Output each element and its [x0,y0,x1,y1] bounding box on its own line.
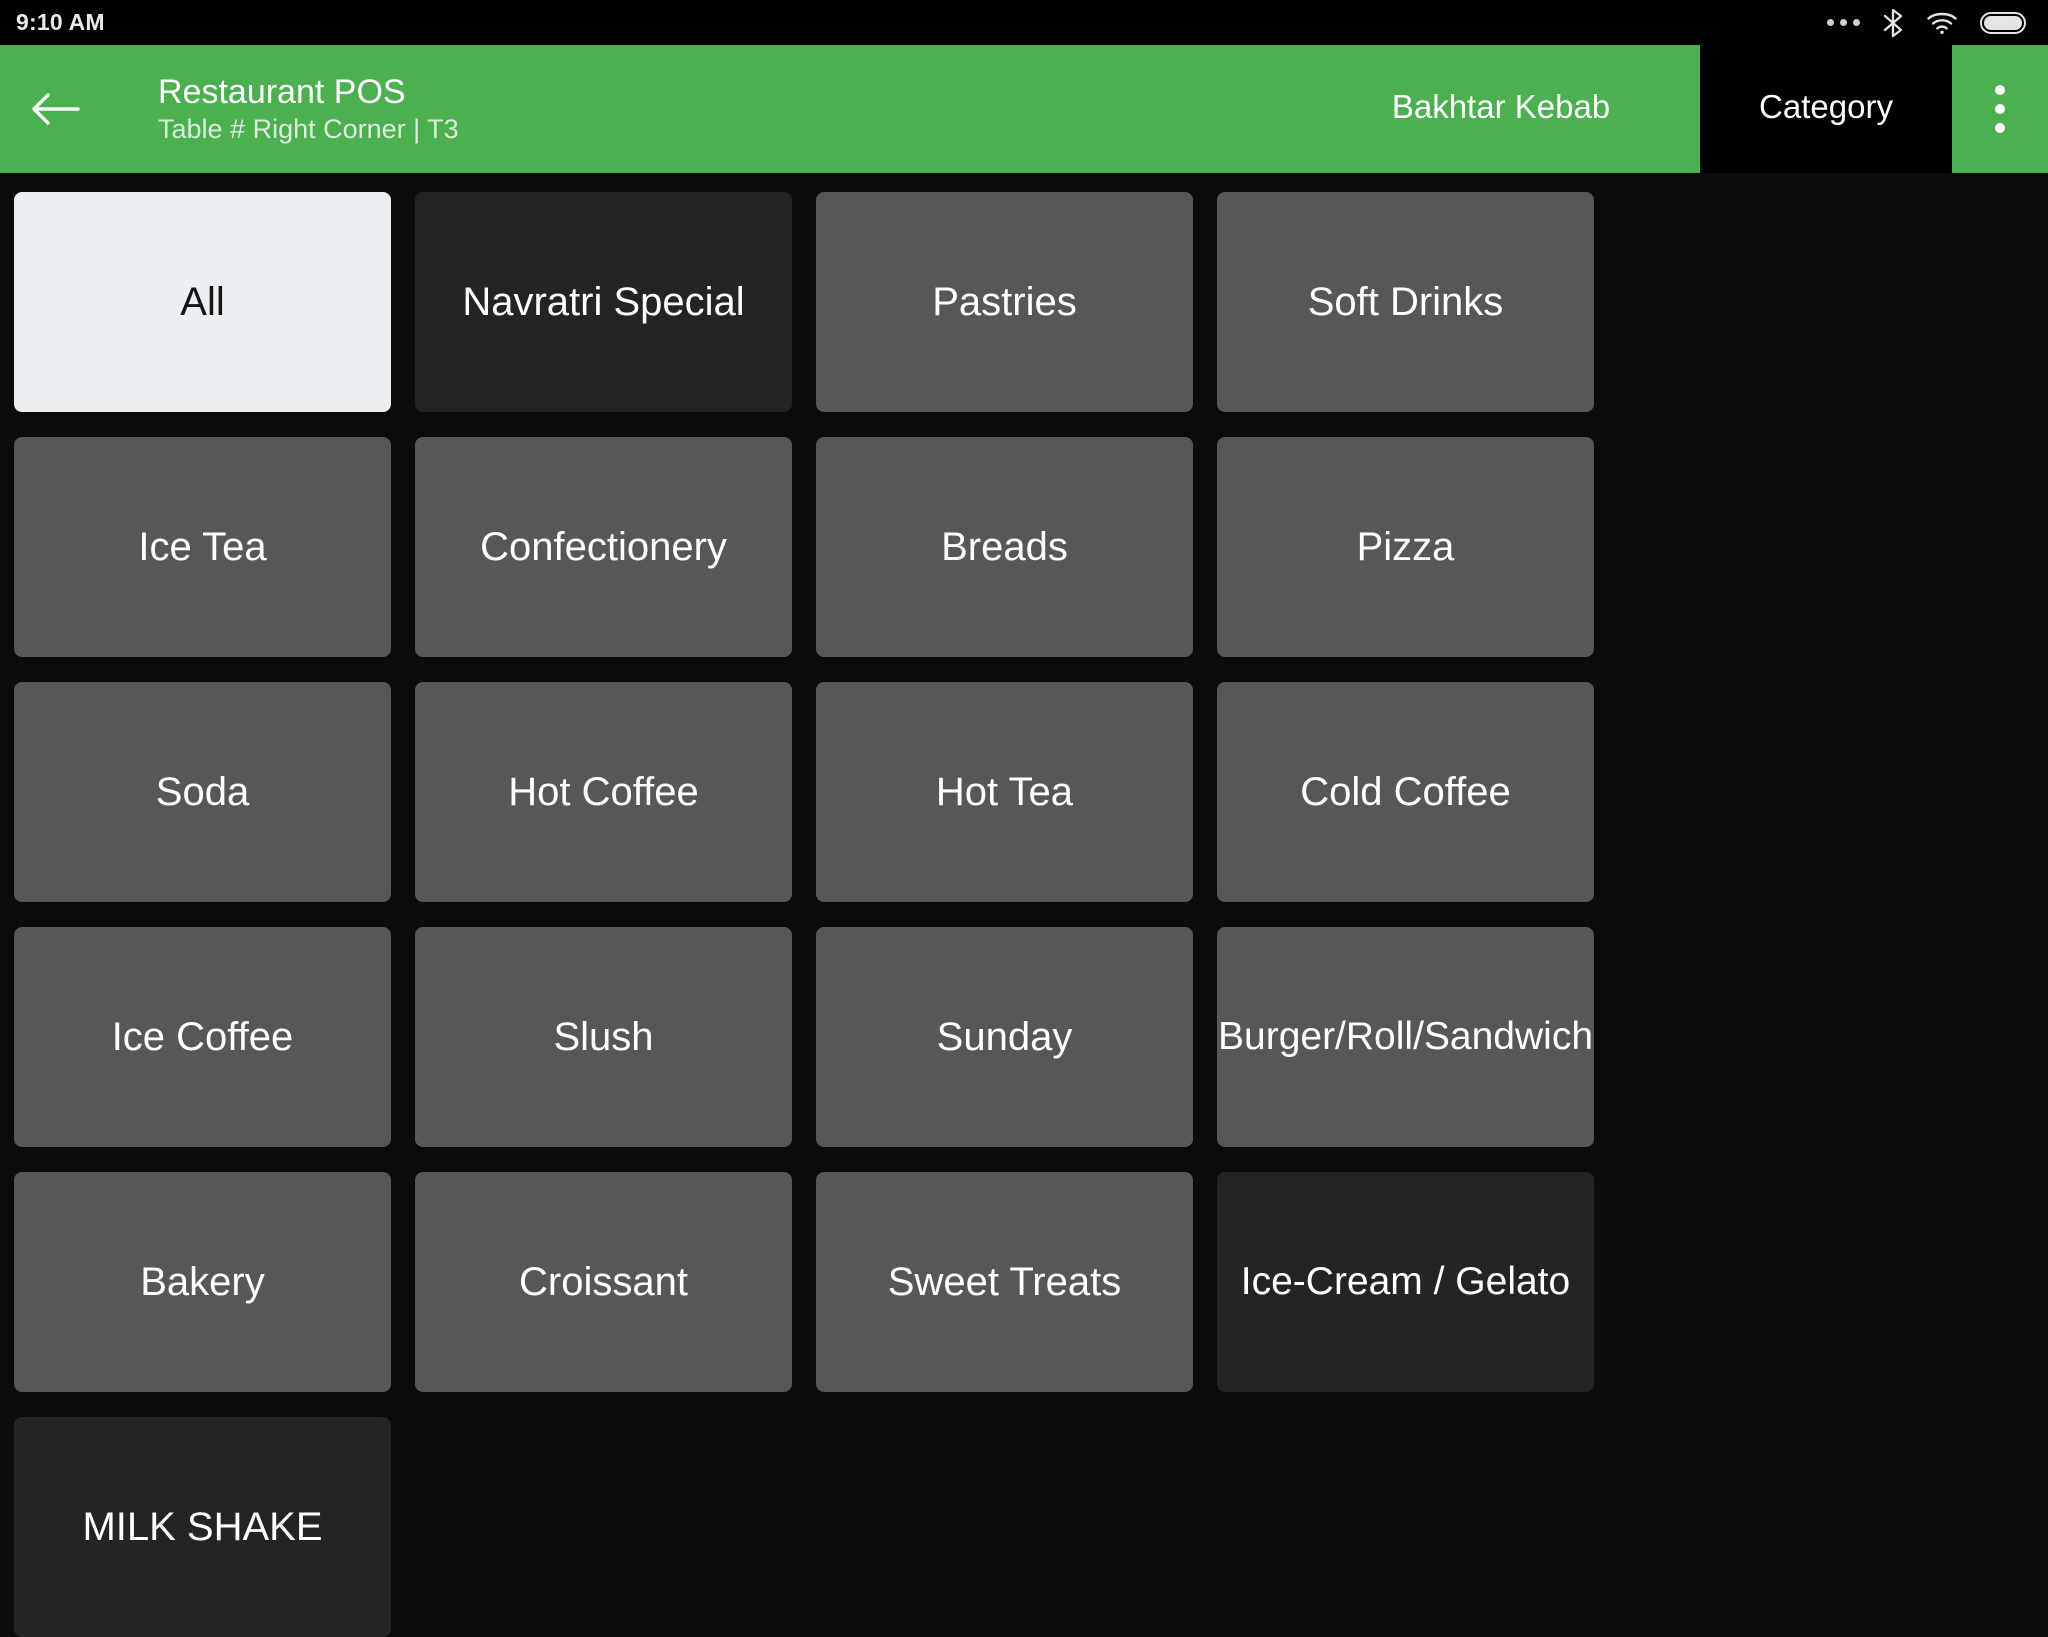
category-tile[interactable]: Soda [14,682,391,902]
category-tile-label: MILK SHAKE [82,1504,323,1549]
category-tile-label: Ice Coffee [111,1014,294,1059]
category-tile[interactable]: Confectionery [415,437,792,657]
category-tile-label: Bakery [140,1259,265,1304]
category-tile[interactable]: Bakery [14,1172,391,1392]
category-tile[interactable]: Navratri Special [415,192,792,412]
category-tile-label: Pizza [1356,524,1455,569]
category-tile-label: Sunday [936,1014,1073,1059]
category-tile[interactable]: Breads [816,437,1193,657]
category-tile-label: Ice Tea [138,524,267,569]
category-tile-label: Breads [941,524,1068,569]
category-tile[interactable]: Sunday [816,927,1193,1147]
status-bar: 9:10 AM [0,0,2048,45]
category-tile-label: Cold Coffee [1300,769,1511,814]
back-button[interactable] [0,45,110,173]
tab-bakhtar-kebab-label: Bakhtar Kebab [1391,88,1611,125]
category-tile[interactable]: Burger/Roll/Sandwich [1217,927,1594,1147]
status-clock: 9:10 AM [16,9,105,35]
category-tile[interactable]: Hot Coffee [415,682,792,902]
category-tile-label: All [180,279,225,324]
tab-category[interactable]: Category [1700,45,1952,173]
category-tile-label: Soda [155,769,250,814]
category-tile-label: Slush [553,1014,654,1059]
category-tile[interactable]: Slush [415,927,792,1147]
overflow-menu-button[interactable] [1952,45,2048,173]
arrow-left-icon [29,89,81,129]
category-tile[interactable]: Cold Coffee [1217,682,1594,902]
category-tile-label: Confectionery [480,524,727,569]
category-tile[interactable]: Soft Drinks [1217,192,1594,412]
overflow-menu-icon [1995,85,2005,133]
more-horizontal-icon [1827,19,1860,26]
app-bar: Restaurant POS Table # Right Corner | T3… [0,45,2048,173]
app-bar-titles: Restaurant POS Table # Right Corner | T3 [110,45,459,173]
category-tile[interactable]: MILK SHAKE [14,1417,391,1637]
tab-bakhtar-kebab[interactable]: Bakhtar Kebab [1302,45,1700,173]
category-tile-label: Croissant [519,1259,688,1304]
category-tile-label: Soft Drinks [1307,279,1504,324]
app-bar-tabs: Bakhtar Kebab Category [1302,45,1952,173]
category-tile-label: Navratri Special [462,279,745,324]
wifi-icon [1926,11,1958,35]
category-tile-label: Burger/Roll/Sandwich [1218,1015,1594,1058]
category-tile[interactable]: Hot Tea [816,682,1193,902]
bluetooth-icon [1882,8,1904,38]
category-tile[interactable]: Croissant [415,1172,792,1392]
page-title: Restaurant POS [158,72,406,111]
category-tile[interactable]: Pastries [816,192,1193,412]
app-bar-spacer [459,45,1302,173]
category-tile-label: Hot Coffee [508,769,699,814]
category-tile-label: Sweet Treats [887,1259,1122,1304]
status-icons [1827,8,2026,38]
category-tile[interactable]: Ice Tea [14,437,391,657]
category-tile-label: Hot Tea [935,769,1074,814]
category-tile[interactable]: Ice-Cream / Gelato [1217,1172,1594,1392]
category-grid: All Navratri Special Pastries Soft Drinks Ic… [14,192,2034,1637]
category-tile-label: Ice-Cream / Gelato [1240,1260,1571,1303]
tab-category-label: Category [1759,88,1893,125]
category-tile[interactable]: All [14,192,391,412]
category-tile[interactable]: Ice Coffee [14,927,391,1147]
battery-icon [1980,11,2026,34]
page-subtitle: Table # Right Corner | T3 [158,113,459,144]
category-tile-label: Pastries [932,279,1077,324]
category-tile[interactable]: Pizza [1217,437,1594,657]
category-tile[interactable]: Sweet Treats [816,1172,1193,1392]
